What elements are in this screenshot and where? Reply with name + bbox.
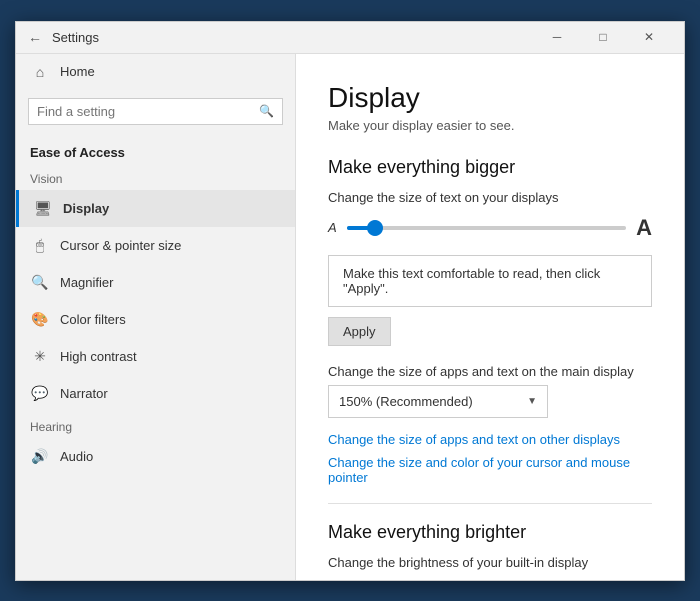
hearing-section-label: Hearing — [16, 412, 295, 438]
sidebar-item-high-contrast-label: High contrast — [60, 349, 137, 364]
audio-icon: 🔊 — [30, 448, 50, 465]
cursor-link[interactable]: Change the size and color of your cursor… — [328, 455, 652, 485]
ease-of-access-header: Ease of Access — [16, 137, 295, 164]
sidebar-item-audio[interactable]: 🔊 Audio — [16, 438, 295, 475]
title-bar: ← Settings ─ □ ✕ — [16, 22, 684, 54]
sidebar-item-magnifier[interactable]: 🔍 Magnifier — [16, 264, 295, 301]
high-contrast-icon: ✳ — [30, 348, 50, 365]
sidebar-item-cursor[interactable]: 🖱 Cursor & pointer size — [16, 227, 295, 264]
scaling-dropdown[interactable]: 150% (Recommended) ▼ — [328, 385, 548, 418]
slider-large-label: A — [636, 215, 652, 241]
text-size-label: Change the size of text on your displays — [328, 190, 652, 205]
window-controls: ─ □ ✕ — [534, 21, 672, 53]
color-filters-icon: 🎨 — [30, 311, 50, 328]
settings-window: ← Settings ─ □ ✕ ⌂ Home 🔍 Ease of Access… — [15, 21, 685, 581]
search-icon: 🔍 — [259, 104, 274, 118]
content-area: ⌂ Home 🔍 Ease of Access Vision 🖥 Display… — [16, 54, 684, 580]
display-icon: 🖥 — [33, 200, 53, 217]
slider-small-label: A — [328, 220, 337, 235]
page-title: Display — [328, 82, 652, 114]
scaling-dropdown-value: 150% (Recommended) — [339, 394, 473, 409]
sidebar-item-narrator-label: Narrator — [60, 386, 108, 401]
sidebar-item-audio-label: Audio — [60, 449, 93, 464]
cursor-icon: 🖱 — [30, 237, 50, 254]
sidebar-item-color-filters[interactable]: 🎨 Color filters — [16, 301, 295, 338]
sidebar: ⌂ Home 🔍 Ease of Access Vision 🖥 Display… — [16, 54, 296, 580]
back-button[interactable]: ← — [28, 29, 42, 45]
sidebar-item-magnifier-label: Magnifier — [60, 275, 113, 290]
sidebar-item-high-contrast[interactable]: ✳ High contrast — [16, 338, 295, 375]
sidebar-item-home-label: Home — [60, 64, 95, 79]
sidebar-item-color-filters-label: Color filters — [60, 312, 126, 327]
window-title: Settings — [52, 30, 534, 45]
magnifier-icon: 🔍 — [30, 274, 50, 291]
chevron-down-icon: ▼ — [527, 396, 537, 407]
text-size-slider-track[interactable] — [347, 226, 626, 230]
sidebar-item-cursor-label: Cursor & pointer size — [60, 238, 181, 253]
sidebar-item-narrator[interactable]: 💬 Narrator — [16, 375, 295, 412]
home-icon: ⌂ — [30, 64, 50, 80]
text-size-slider-row: A A — [328, 215, 652, 241]
sidebar-item-home[interactable]: ⌂ Home — [16, 54, 295, 90]
search-bar[interactable]: 🔍 — [28, 98, 283, 125]
section-brighter-title: Make everything brighter — [328, 522, 652, 543]
other-displays-link[interactable]: Change the size of apps and text on othe… — [328, 432, 652, 447]
sidebar-item-display-label: Display — [63, 201, 109, 216]
page-subtitle: Make your display easier to see. — [328, 118, 652, 133]
apps-text-size-label: Change the size of apps and text on the … — [328, 364, 652, 379]
section-bigger-title: Make everything bigger — [328, 157, 652, 178]
apps-text-size-row: Change the size of apps and text on the … — [328, 364, 652, 418]
vision-section-label: Vision — [16, 164, 295, 190]
main-content: Display Make your display easier to see.… — [296, 54, 684, 580]
narrator-icon: 💬 — [30, 385, 50, 402]
section-divider — [328, 503, 652, 504]
apply-button[interactable]: Apply — [328, 317, 391, 346]
close-button[interactable]: ✕ — [626, 21, 672, 53]
sidebar-item-display[interactable]: 🖥 Display — [16, 190, 295, 227]
brightness-label: Change the brightness of your built-in d… — [328, 555, 652, 570]
search-input[interactable] — [37, 104, 259, 119]
text-preview-box: Make this text comfortable to read, then… — [328, 255, 652, 307]
maximize-button[interactable]: □ — [580, 21, 626, 53]
text-size-slider-thumb — [367, 220, 383, 236]
minimize-button[interactable]: ─ — [534, 21, 580, 53]
